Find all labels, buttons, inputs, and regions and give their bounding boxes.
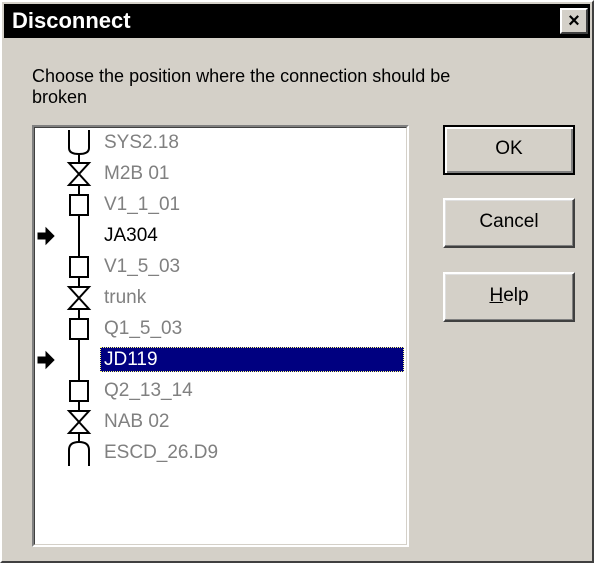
box-node-icon	[69, 318, 89, 340]
help-label-rest: elp	[503, 285, 529, 306]
list-item[interactable]: Q1_5_03	[104, 316, 182, 341]
bowtie-junction-icon	[66, 286, 92, 310]
help-button[interactable]: Help	[443, 272, 575, 322]
title-bar[interactable]: Disconnect ×	[4, 4, 590, 38]
connection-listbox[interactable]: SYS2.18 M2B 01 V1_1_01 JA304 V1_5_03trunk Q1_…	[32, 125, 409, 547]
instruction-text: Choose the position where the connection…	[32, 66, 451, 107]
box-node-icon	[69, 194, 89, 216]
dialog-title: Disconnect	[12, 8, 131, 33]
list-item[interactable]: JD119	[100, 347, 404, 372]
connector-bottom-cap-icon	[68, 440, 90, 466]
connector-top-cap-icon	[68, 130, 90, 156]
bowtie-junction-icon	[66, 410, 92, 434]
list-item[interactable]: M2B 01	[104, 161, 169, 186]
box-node-icon	[69, 380, 89, 402]
arrow-right-icon	[37, 226, 55, 246]
help-mnemonic: H	[489, 285, 504, 306]
list-item[interactable]: JA304	[104, 223, 158, 248]
list-item[interactable]: ESCD_26.D9	[104, 440, 218, 465]
cancel-button[interactable]: Cancel	[443, 198, 575, 248]
box-node-icon	[69, 256, 89, 278]
ok-button[interactable]: OK	[443, 125, 575, 175]
bowtie-junction-icon	[66, 162, 92, 186]
listbox-content: SYS2.18 M2B 01 V1_1_01 JA304 V1_5_03trunk Q1_…	[34, 127, 407, 545]
arrow-right-icon	[37, 350, 55, 370]
list-item[interactable]: V1_5_03	[104, 254, 180, 279]
list-item[interactable]: Q2_13_14	[104, 378, 193, 403]
list-item[interactable]: trunk	[104, 285, 146, 310]
close-button[interactable]: ×	[560, 8, 588, 34]
disconnect-dialog: Disconnect × Choose the position where t…	[0, 0, 594, 563]
connection-tree-diagram	[37, 130, 92, 466]
list-item[interactable]: NAB 02	[104, 409, 169, 434]
list-item[interactable]: SYS2.18	[104, 130, 179, 155]
list-item[interactable]: V1_1_01	[104, 192, 180, 217]
